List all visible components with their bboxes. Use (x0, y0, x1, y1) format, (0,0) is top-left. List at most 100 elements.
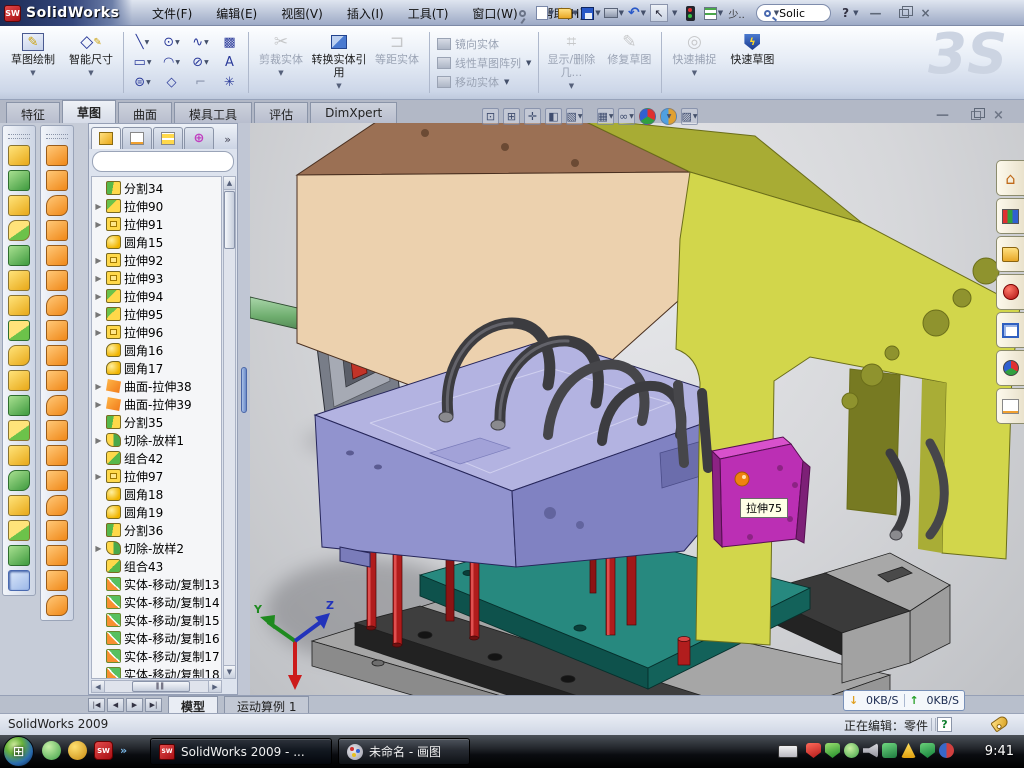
scroll-down-icon[interactable]: ▼ (224, 665, 235, 678)
text-tool-icon[interactable]: A (216, 54, 243, 72)
rebuild-traffic-light-icon[interactable] (680, 4, 700, 22)
save-icon[interactable]: ▼ (581, 4, 601, 22)
feature-tree-item[interactable]: ▶ 实体-移动/复制17 (94, 647, 221, 665)
scroll-up-icon[interactable]: ▲ (224, 177, 235, 190)
panel-splitter[interactable] (238, 123, 250, 695)
expander-icon[interactable]: ▶ (94, 292, 103, 301)
scroll-left-icon[interactable]: ◀ (92, 681, 105, 692)
display-delete-relations-button[interactable]: ⌗ 显示/删除几...▼ (542, 28, 600, 97)
feature-tool-icon[interactable] (8, 470, 30, 491)
restore-button[interactable] (899, 9, 909, 18)
surface-tool-icon[interactable] (46, 595, 68, 616)
feature-tree-item[interactable]: ▶ 切除-放样2 (94, 539, 221, 557)
surface-tool-icon[interactable] (46, 170, 68, 191)
network-speed-widget[interactable]: ↓0KB/S ↑0KB/S (843, 690, 965, 711)
view-settings-icon[interactable]: ▨▼ (681, 108, 698, 125)
apply-scene-icon[interactable]: ▼ (660, 108, 677, 125)
toolbar-overflow-label[interactable]: 少.. (728, 6, 744, 21)
measure-tool-icon[interactable] (8, 570, 30, 591)
surface-tool-icon[interactable] (46, 520, 68, 541)
offset-entities-button[interactable]: ⊐ 等距实体 (368, 28, 426, 97)
feature-tool-icon[interactable] (8, 420, 30, 441)
surface-tool-icon[interactable] (46, 395, 68, 416)
quick-snaps-button[interactable]: ◎ 快速捕捉▼ (665, 28, 723, 97)
solidworks-icon[interactable]: SW (94, 741, 113, 760)
start-button[interactable]: ⊞ (3, 736, 34, 767)
polygon-tool-icon[interactable]: ◇ (158, 74, 185, 92)
feature-tree-item[interactable]: ▶ 拉伸94 (94, 287, 221, 305)
dimxpert-manager-tab[interactable]: ⊕ (184, 127, 214, 149)
feature-tree-item[interactable]: ▶ 圆角19 (94, 503, 221, 521)
surface-tool-icon[interactable] (46, 320, 68, 341)
menu-item[interactable]: 视图(V) (269, 2, 335, 25)
solidworks-resources-tab[interactable]: ⌂ (996, 160, 1024, 196)
search-box[interactable]: ▼ (756, 4, 831, 22)
doc-close-button[interactable]: × (993, 108, 1004, 123)
input-keyboard-icon[interactable] (778, 745, 798, 758)
graphics-viewport[interactable]: X Y Z (250, 123, 1024, 695)
defender-icon[interactable] (920, 743, 935, 758)
surface-tool-icon[interactable] (46, 470, 68, 491)
scrollbar-thumb[interactable]: ▌▌ (132, 681, 190, 692)
tab-scroll-first-icon[interactable]: |◀ (88, 698, 105, 712)
feature-tree-item[interactable]: ▶ 拉伸95 (94, 305, 221, 323)
feature-tool-icon[interactable] (8, 270, 30, 291)
taskbar-clock[interactable]: 9:41 (985, 744, 1014, 759)
tag-icon[interactable] (990, 714, 1009, 732)
expander-icon[interactable]: ▶ (94, 202, 103, 211)
status-help-icon[interactable]: ? (937, 717, 952, 732)
surface-tool-icon[interactable] (46, 445, 68, 466)
surface-tool-icon[interactable] (46, 220, 68, 241)
feature-tree-item[interactable]: ▶ 曲面-拉伸39 (94, 395, 221, 413)
repair-sketch-button[interactable]: ✎ 修复草图 (600, 28, 658, 97)
splitter-handle[interactable] (241, 367, 247, 413)
feature-tool-icon[interactable] (8, 370, 30, 391)
expander-icon[interactable]: ▶ (94, 544, 103, 553)
surface-tool-icon[interactable] (46, 145, 68, 166)
configuration-manager-tab[interactable] (153, 127, 183, 149)
motion-study-tab[interactable]: 运动算例 1 (224, 696, 309, 713)
quick-launch-overflow-icon[interactable]: » (120, 744, 127, 757)
panel-tabs-overflow[interactable]: » (224, 133, 235, 149)
view-orientation-icon[interactable]: ▧▼ (566, 108, 583, 125)
ellipse-tool-icon[interactable]: ⊘▼ (187, 54, 214, 72)
feature-tree-item[interactable]: ▶ 组合43 (94, 557, 221, 575)
close-button[interactable]: × (916, 6, 936, 21)
section-view-icon[interactable]: ◧ (545, 108, 562, 125)
scroll-right-icon[interactable]: ▶ (208, 681, 221, 692)
surface-tool-icon[interactable] (46, 295, 68, 316)
scrollbar-thumb[interactable] (224, 191, 235, 249)
hide-show-items-icon[interactable]: ∞▼ (618, 108, 635, 125)
pattern-tool-icon[interactable]: ▩ (216, 34, 243, 52)
feature-tool-icon[interactable] (8, 195, 30, 216)
surface-tool-icon[interactable] (46, 370, 68, 391)
ribbon-tab[interactable]: DimXpert (310, 102, 397, 123)
sketch-button[interactable]: ✎ 草图绘制▼ (4, 28, 62, 97)
feature-tree-item[interactable]: ▶ 实体-移动/复制13 (94, 575, 221, 593)
zoom-selected-icon[interactable]: ✛ (524, 108, 541, 125)
expander-icon[interactable]: ▶ (94, 256, 103, 265)
open-icon[interactable]: ▼ (558, 4, 578, 22)
view-palette-tab[interactable] (996, 312, 1024, 348)
ribbon-tab[interactable]: 评估 (254, 102, 308, 123)
feature-tool-icon[interactable] (8, 520, 30, 541)
new-document-icon[interactable]: ▼ (535, 4, 555, 22)
feature-tool-icon[interactable] (8, 245, 30, 266)
badge-icon[interactable] (844, 743, 859, 758)
pin-icon[interactable] (512, 4, 532, 22)
feature-tree-item[interactable]: ▶ 分割35 (94, 413, 221, 431)
surface-tool-icon[interactable] (46, 420, 68, 441)
feature-tree-item[interactable]: ▶ 圆角16 (94, 341, 221, 359)
feature-tool-icon[interactable] (8, 445, 30, 466)
feature-tree-item[interactable]: ▶ 组合42 (94, 449, 221, 467)
feature-tree-item[interactable]: ▶ 实体-移动/复制15 (94, 611, 221, 629)
feature-tool-icon[interactable] (8, 345, 30, 366)
slot-tool-icon[interactable]: ⊜▼ (129, 74, 156, 92)
trim-entities-button[interactable]: ✂ 剪裁实体▼ (252, 28, 310, 97)
expander-icon[interactable]: ▶ (94, 328, 103, 337)
appearances-tab[interactable] (996, 350, 1024, 386)
doc-minimize-button[interactable]: — (936, 108, 949, 123)
arc-tool-icon[interactable]: ◠▼ (158, 54, 185, 72)
smart-dimension-button[interactable]: ◇✎ 智能尺寸▼ (62, 28, 120, 97)
surface-tool-icon[interactable] (46, 545, 68, 566)
